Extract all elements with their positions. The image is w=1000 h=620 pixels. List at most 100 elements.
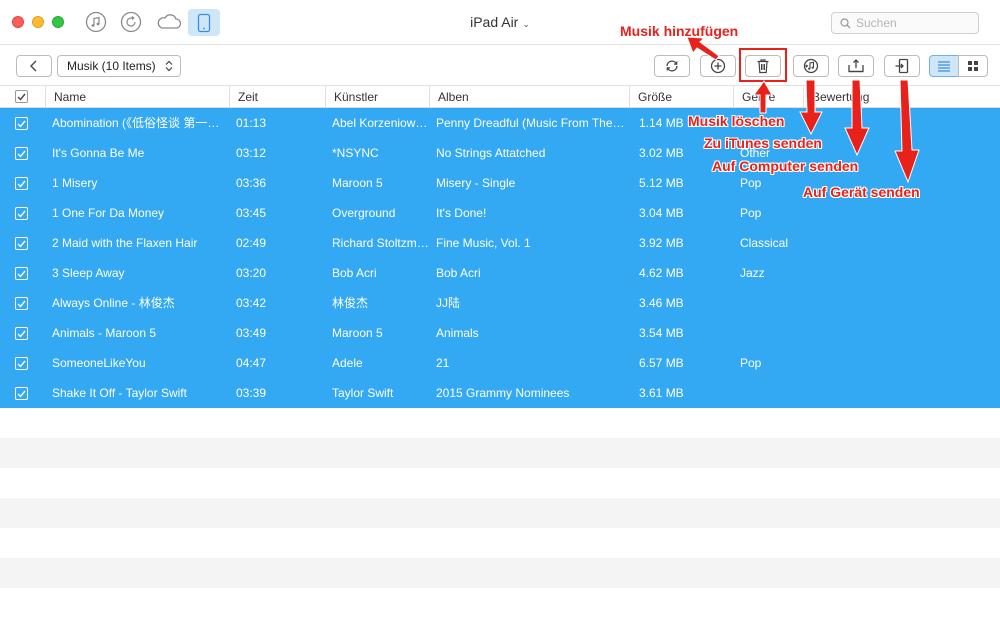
search-box[interactable] — [831, 12, 979, 34]
cell-album: Fine Music, Vol. 1 — [436, 236, 531, 250]
table-row[interactable]: Always Online - 林俊杰 03:42 林俊杰 JJ陆 3.46 M… — [0, 288, 1000, 318]
cell-artist: *NSYNC — [332, 146, 379, 160]
delete-highlight-box — [739, 48, 787, 82]
category-select[interactable]: Musik (10 Items) — [57, 55, 181, 77]
cell-time: 03:49 — [236, 326, 267, 340]
minimize-window-button[interactable] — [32, 16, 44, 28]
cell-artist: Bob Acri — [332, 266, 377, 280]
cell-name: It's Gonna Be Me — [52, 146, 145, 160]
row-checkbox[interactable] — [15, 117, 28, 130]
list-icon — [938, 61, 950, 72]
column-header-genre[interactable]: Genre — [733, 86, 803, 108]
chevron-left-icon — [30, 60, 37, 72]
empty-row — [0, 498, 1000, 528]
column-header-size[interactable]: Größe — [629, 86, 733, 108]
cell-genre — [740, 288, 800, 318]
grid-view-button[interactable] — [958, 55, 988, 77]
cell-genre: Jazz — [740, 266, 765, 280]
row-checkbox[interactable] — [15, 387, 28, 400]
device-name: iPad Air — [470, 14, 519, 30]
row-checkbox[interactable] — [15, 147, 28, 160]
table-row[interactable]: SomeoneLikeYou 04:47 Adele 21 6.57 MB Po… — [0, 348, 1000, 378]
checkmark-icon — [17, 330, 26, 338]
music-icon[interactable] — [84, 10, 108, 34]
cell-genre: Pop — [740, 206, 762, 220]
checkmark-icon — [17, 270, 26, 278]
annotation-send-computer: Auf Computer senden — [712, 158, 859, 174]
cell-artist: 林俊杰 — [332, 296, 369, 310]
table-header: Name Zeit Künstler Alben Größe Genre Bew… — [0, 86, 1000, 108]
maximize-window-button[interactable] — [52, 16, 64, 28]
cell-name: Always Online - 林俊杰 — [52, 296, 175, 310]
cell-name: Abomination (《低俗怪谈 第一… — [52, 116, 220, 130]
column-header-rating[interactable]: Bewertung — [803, 86, 1000, 108]
cell-name: SomeoneLikeYou — [52, 356, 146, 370]
annotation-send-device: Auf Gerät senden — [803, 184, 920, 200]
cell-artist: Richard Stoltzm… — [332, 236, 429, 250]
cell-album: No Strings Attatched — [436, 146, 546, 160]
row-checkbox[interactable] — [15, 357, 28, 370]
cell-time: 03:42 — [236, 296, 267, 310]
column-header-time[interactable]: Zeit — [229, 86, 325, 108]
checkmark-icon — [17, 240, 26, 248]
itunes-send-icon — [803, 58, 819, 74]
computer-export-icon — [848, 59, 864, 73]
cell-genre: Pop — [740, 356, 762, 370]
cell-album: 2015 Grammy Nominees — [436, 386, 570, 400]
cell-genre: Classical — [740, 236, 789, 250]
send-to-device-button[interactable] — [884, 55, 920, 77]
cell-time: 03:20 — [236, 266, 267, 280]
add-music-button[interactable] — [700, 55, 736, 77]
row-checkbox[interactable] — [15, 327, 28, 340]
cell-album: Animals — [436, 326, 479, 340]
device-selector[interactable]: iPad Air ⌄ — [440, 14, 560, 30]
row-checkbox[interactable] — [15, 207, 28, 220]
row-checkbox[interactable] — [15, 267, 28, 280]
cell-time: 03:45 — [236, 206, 267, 220]
history-icon[interactable] — [119, 10, 143, 34]
row-checkbox[interactable] — [15, 297, 28, 310]
cell-time: 03:36 — [236, 176, 267, 190]
refresh-button[interactable] — [654, 55, 690, 77]
send-to-itunes-button[interactable] — [793, 55, 829, 77]
cell-time: 01:13 — [236, 116, 267, 130]
cell-album: Penny Dreadful (Music From The… — [436, 116, 625, 130]
column-header-album[interactable]: Alben — [429, 86, 629, 108]
select-all-checkbox[interactable] — [15, 90, 28, 103]
cell-time: 04:47 — [236, 356, 267, 370]
table-row[interactable]: Animals - Maroon 5 03:49 Maroon 5 Animal… — [0, 318, 1000, 348]
table-row[interactable]: Abomination (《低俗怪谈 第一… 01:13 Abel Korzen… — [0, 108, 1000, 138]
table-row[interactable]: 3 Sleep Away 03:20 Bob Acri Bob Acri 4.6… — [0, 258, 1000, 288]
cell-size: 3.61 MB — [639, 386, 684, 400]
toolbar: Musik (10 Items) — [0, 45, 1000, 86]
empty-row — [0, 558, 1000, 588]
cell-artist: Maroon 5 — [332, 176, 383, 190]
cell-album: Bob Acri — [436, 266, 481, 280]
close-window-button[interactable] — [12, 16, 24, 28]
search-input[interactable] — [856, 16, 966, 30]
table-row[interactable]: Shake It Off - Taylor Swift 03:39 Taylor… — [0, 378, 1000, 408]
back-button[interactable] — [16, 55, 52, 77]
cell-time: 03:12 — [236, 146, 267, 160]
cell-size: 6.57 MB — [639, 356, 684, 370]
row-checkbox[interactable] — [15, 177, 28, 190]
send-to-computer-button[interactable] — [838, 55, 874, 77]
cell-album: JJ陆 — [436, 296, 461, 310]
checkmark-icon — [17, 210, 26, 218]
empty-row — [0, 588, 1000, 618]
cell-size: 3.54 MB — [639, 326, 684, 340]
list-view-button[interactable] — [929, 55, 959, 77]
ipad-icon[interactable] — [188, 9, 220, 36]
column-header-artist[interactable]: Künstler — [325, 86, 429, 108]
cloud-icon[interactable] — [155, 10, 183, 34]
refresh-icon — [666, 60, 678, 72]
updown-chevron-icon — [165, 60, 173, 72]
table-row[interactable]: 2 Maid with the Flaxen Hair 02:49 Richar… — [0, 228, 1000, 258]
column-header-name[interactable]: Name — [45, 86, 229, 108]
cell-size: 3.46 MB — [639, 296, 684, 310]
cell-name: 1 One For Da Money — [52, 206, 165, 220]
table-row[interactable]: 1 One For Da Money 03:45 Overground It's… — [0, 198, 1000, 228]
cell-size: 3.04 MB — [639, 206, 684, 220]
cell-time: 03:39 — [236, 386, 267, 400]
row-checkbox[interactable] — [15, 237, 28, 250]
